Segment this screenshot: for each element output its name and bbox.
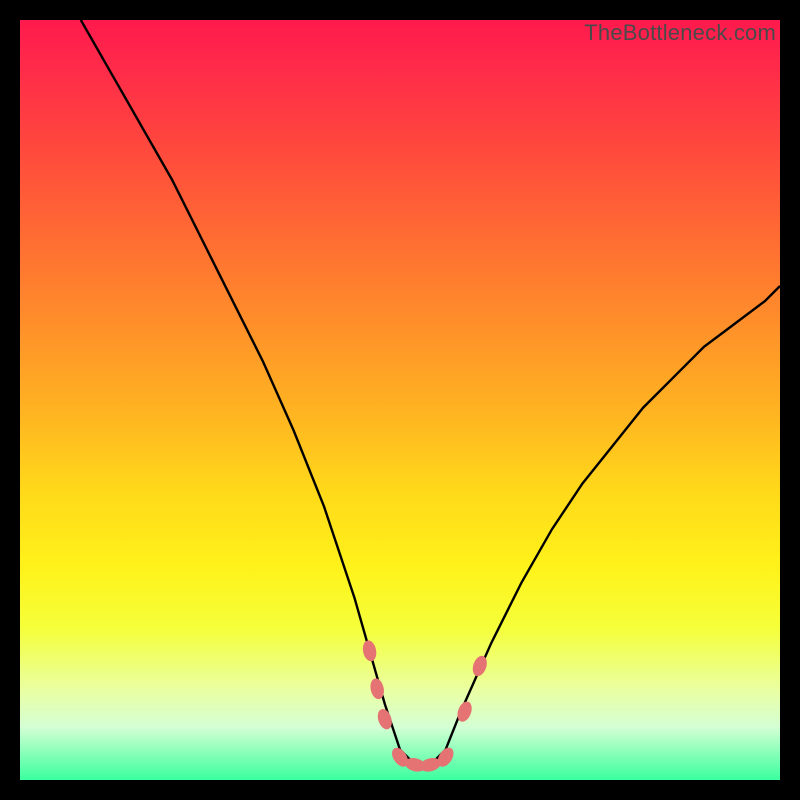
curve-marker — [376, 708, 394, 731]
bottleneck-curve — [81, 20, 780, 765]
curve-marker — [471, 655, 489, 678]
bottleneck-curve-svg — [20, 20, 780, 780]
curve-markers — [362, 640, 489, 773]
curve-marker — [362, 640, 378, 662]
